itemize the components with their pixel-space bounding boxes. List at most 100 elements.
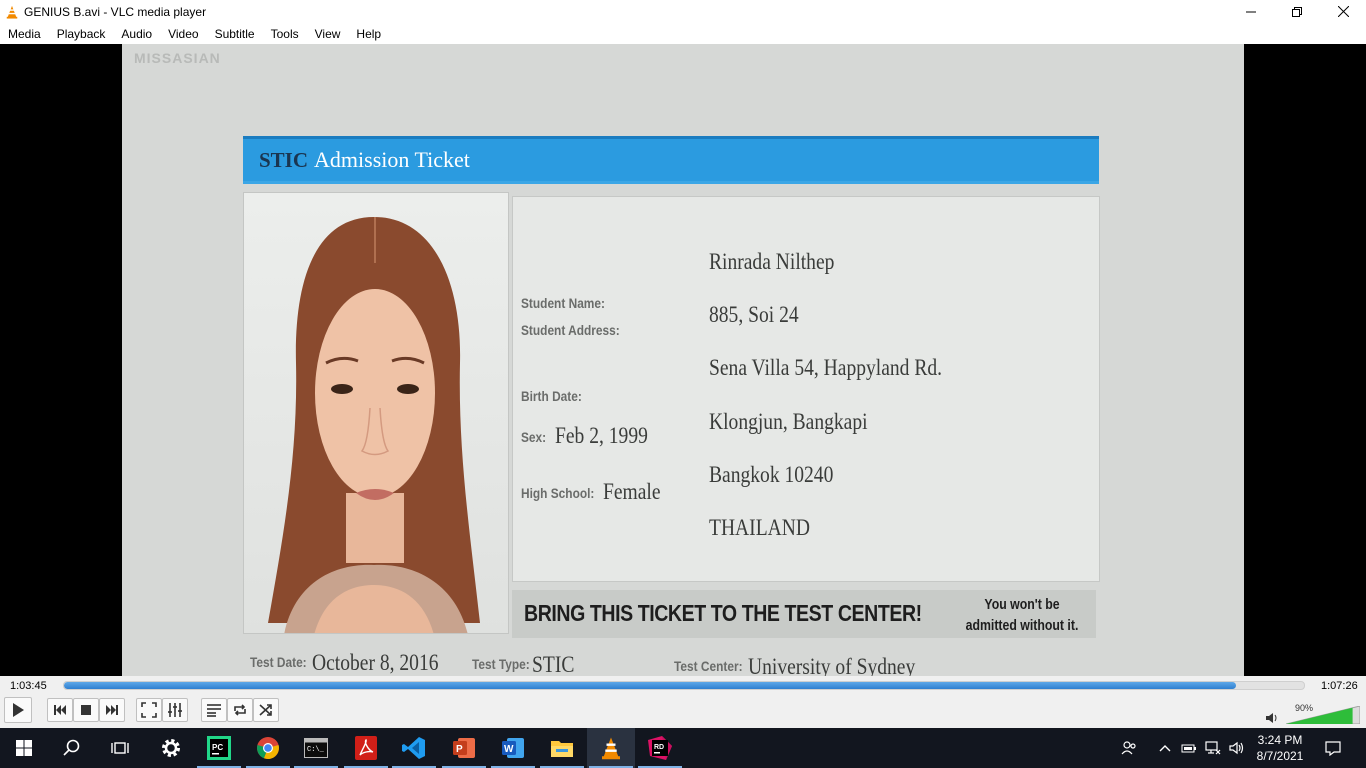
previous-button[interactable] bbox=[47, 698, 73, 722]
extended-settings-button[interactable] bbox=[162, 698, 188, 722]
taskbar-file-explorer[interactable] bbox=[538, 728, 586, 768]
playlist-icon bbox=[207, 704, 221, 717]
tray-show-hidden[interactable] bbox=[1156, 728, 1174, 768]
value-test-type: STIC bbox=[532, 652, 575, 676]
value-address-line-3: Klongjun, Bangkapi bbox=[709, 409, 868, 434]
speaker-icon[interactable] bbox=[1265, 712, 1279, 724]
extended-settings-icon bbox=[168, 703, 182, 717]
menu-help[interactable]: Help bbox=[348, 27, 389, 41]
chevron-up-icon bbox=[1159, 745, 1171, 752]
taskbar-clock[interactable]: 3:24 PM 8/7/2021 bbox=[1250, 732, 1310, 764]
previous-icon bbox=[54, 705, 66, 715]
start-button[interactable] bbox=[0, 728, 48, 768]
menu-view[interactable]: View bbox=[307, 27, 349, 41]
tray-network[interactable] bbox=[1203, 728, 1223, 768]
tray-battery[interactable] bbox=[1179, 728, 1199, 768]
video-frame: MISSASIAN STIC Admission Ticket Student … bbox=[122, 44, 1244, 676]
vlc-cone-icon bbox=[6, 5, 18, 19]
rider-icon: RD bbox=[648, 736, 672, 760]
bring-ticket-banner: BRING THIS TICKET TO THE TEST CENTER! Yo… bbox=[512, 590, 1096, 638]
taskbar-powerpoint[interactable]: P bbox=[440, 728, 488, 768]
svg-text:C:\_: C:\_ bbox=[307, 746, 325, 754]
admission-warning-line-1: You won't be bbox=[984, 596, 1060, 613]
fullscreen-button[interactable] bbox=[136, 698, 162, 722]
minimize-button[interactable] bbox=[1228, 0, 1274, 23]
taskbar-chrome[interactable] bbox=[244, 728, 292, 768]
search-button[interactable] bbox=[48, 728, 96, 768]
ticket-brand: STIC bbox=[259, 147, 309, 172]
admission-warning-line-2: admitted without it. bbox=[965, 617, 1079, 634]
taskbar-acrobat[interactable] bbox=[342, 728, 390, 768]
ticket-header: STIC Admission Ticket bbox=[243, 136, 1099, 184]
svg-text:PC: PC bbox=[212, 743, 223, 752]
window-controls bbox=[1228, 0, 1366, 23]
taskbar-pycharm[interactable]: PC bbox=[195, 728, 243, 768]
bring-ticket-notice: BRING THIS TICKET TO THE TEST CENTER! bbox=[524, 600, 922, 626]
value-sex: Female bbox=[603, 479, 661, 504]
taskbar-word[interactable]: W bbox=[489, 728, 537, 768]
shuffle-button[interactable] bbox=[253, 698, 279, 722]
menu-audio[interactable]: Audio bbox=[113, 27, 160, 41]
play-button[interactable] bbox=[4, 697, 32, 723]
student-info-panel: Student Name: Student Address: Birth Dat… bbox=[512, 196, 1100, 582]
volume-icon bbox=[1229, 741, 1244, 755]
menu-subtitle[interactable]: Subtitle bbox=[207, 27, 263, 41]
chrome-icon bbox=[257, 737, 279, 760]
admission-warning: You won't be admitted without it. bbox=[965, 594, 1080, 636]
close-button[interactable] bbox=[1320, 0, 1366, 23]
menu-playback[interactable]: Playback bbox=[49, 27, 114, 41]
video-area[interactable]: MISSASIAN STIC Admission Ticket Student … bbox=[0, 44, 1366, 676]
powerpoint-icon: P bbox=[453, 738, 475, 758]
network-icon bbox=[1205, 741, 1221, 755]
fullscreen-icon bbox=[141, 702, 157, 718]
value-test-date: October 8, 2016 bbox=[312, 650, 439, 675]
value-address-line-1: 885, Soi 24 bbox=[709, 302, 799, 327]
menu-tools[interactable]: Tools bbox=[263, 27, 307, 41]
taskbar-settings[interactable] bbox=[147, 728, 195, 768]
stop-icon bbox=[81, 705, 91, 715]
next-button[interactable] bbox=[99, 698, 125, 722]
close-icon bbox=[1337, 6, 1349, 17]
tray-people[interactable] bbox=[1118, 728, 1140, 768]
tray-notifications[interactable] bbox=[1320, 728, 1346, 768]
value-name: Rinrada Nilthep bbox=[709, 249, 835, 274]
loop-button[interactable] bbox=[227, 698, 253, 722]
acrobat-icon bbox=[355, 736, 377, 760]
menu-video[interactable]: Video bbox=[160, 27, 206, 41]
taskbar-vlc[interactable] bbox=[587, 728, 635, 768]
restore-button[interactable] bbox=[1274, 0, 1320, 23]
taskbar-rider[interactable]: RD bbox=[636, 728, 684, 768]
pycharm-icon: PC bbox=[207, 736, 231, 760]
value-birth-date: Feb 2, 1999 bbox=[555, 423, 648, 448]
battery-icon bbox=[1181, 744, 1196, 753]
seek-bar[interactable] bbox=[63, 681, 1305, 690]
playlist-button[interactable] bbox=[201, 698, 227, 722]
menu-media[interactable]: Media bbox=[0, 27, 49, 41]
taskbar-vscode[interactable] bbox=[390, 728, 438, 768]
seek-bar-progress bbox=[64, 682, 1236, 689]
svg-text:W: W bbox=[504, 744, 514, 755]
tray-volume[interactable] bbox=[1227, 728, 1247, 768]
elapsed-time[interactable]: 1:03:45 bbox=[10, 680, 47, 692]
clock-date: 8/7/2021 bbox=[1256, 749, 1304, 763]
label-sex: Sex: bbox=[521, 429, 547, 445]
volume-slider[interactable] bbox=[1286, 706, 1360, 724]
task-view-button[interactable] bbox=[96, 728, 144, 768]
total-time[interactable]: 1:07:26 bbox=[1321, 680, 1358, 692]
people-icon bbox=[1121, 741, 1136, 755]
taskbar-terminal[interactable]: C:\_ bbox=[292, 728, 340, 768]
task-view-icon bbox=[111, 742, 129, 754]
vscode-icon bbox=[402, 737, 425, 759]
video-watermark: MISSASIAN bbox=[134, 50, 221, 66]
shuffle-icon bbox=[259, 704, 272, 716]
file-explorer-icon bbox=[551, 741, 573, 757]
svg-text:RD: RD bbox=[654, 744, 664, 751]
player-controls: 1:03:45 1:07:26 90% bbox=[0, 676, 1366, 728]
search-icon bbox=[63, 739, 80, 756]
stop-button[interactable] bbox=[73, 698, 99, 722]
restore-icon bbox=[1292, 6, 1302, 17]
value-address-line-2: Sena Villa 54, Happyland Rd. bbox=[709, 355, 943, 380]
next-icon bbox=[106, 705, 118, 715]
label-high-school: High School: bbox=[521, 485, 595, 501]
windows-taskbar: PC C:\_ P W RD 3:24 PM 8/7/2021 bbox=[0, 728, 1366, 768]
